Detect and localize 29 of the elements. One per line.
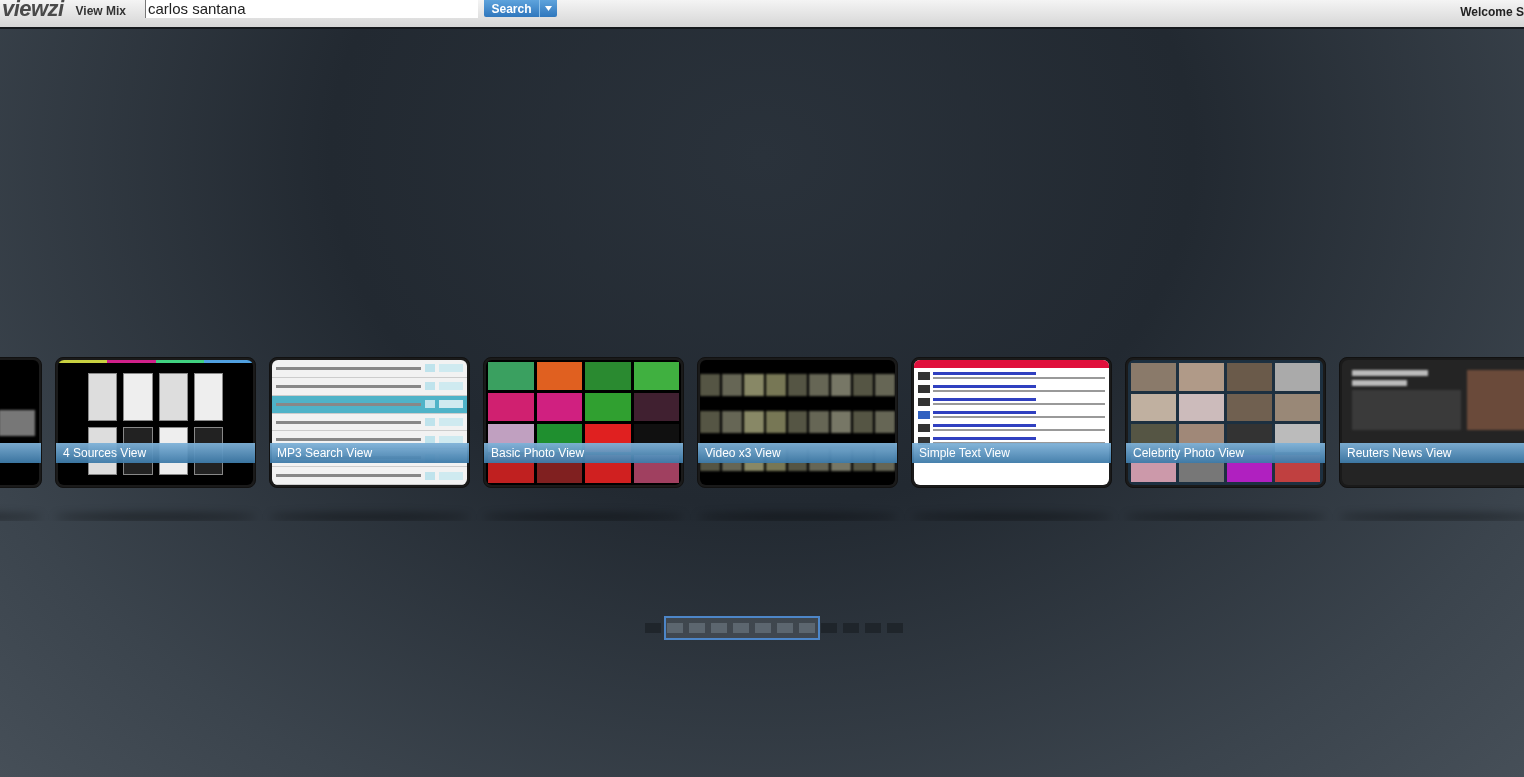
page-indicator[interactable] [799,623,815,633]
view-title: 4 Sources View [63,445,147,462]
view-title: Video x3 View [705,445,781,462]
search-field[interactable]: carlos santana [145,0,478,18]
page-indicator[interactable] [821,623,837,633]
view-title: Basic Photo View [491,445,585,462]
search-button[interactable]: Search [484,0,557,17]
view-card[interactable]: Simple Text View [911,357,1112,488]
view-mix-link[interactable]: View Mix [75,2,126,20]
view-title: Reuters News View [1347,445,1452,462]
page-indicator[interactable] [755,623,771,633]
view-card[interactable]: MP3 Search View [269,357,470,488]
view-card[interactable]: Reuters News View [1339,357,1524,488]
view-card[interactable]: Basic Photo View [483,357,684,488]
welcome-text: Welcome S [1460,4,1524,21]
view-title: Simple Text View [919,445,1010,462]
page-indicator[interactable] [733,623,749,633]
logo[interactable]: viewzi [2,0,64,22]
page-indicator[interactable] [689,623,705,633]
page-indicator[interactable] [777,623,793,633]
view-title: Celebrity Photo View [1133,445,1245,462]
view-card[interactable]: 4 Sources View [55,357,256,488]
page-indicator[interactable] [667,623,683,633]
viewport-frame[interactable] [664,616,820,640]
view-card[interactable]: Video x3 View [697,357,898,488]
page-indicator[interactable] [711,623,727,633]
view-title: MP3 Search View [277,445,373,462]
view-card[interactable]: Celebrity Photo View [1125,357,1326,488]
caret-icon [545,6,552,11]
